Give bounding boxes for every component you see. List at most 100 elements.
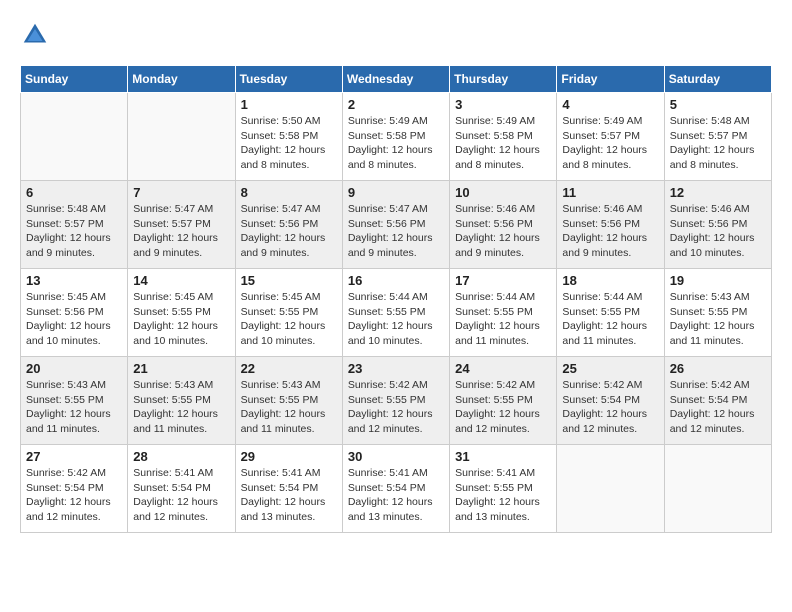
logo bbox=[20, 20, 54, 50]
day-number: 9 bbox=[348, 185, 444, 200]
calendar-week-4: 20 Sunrise: 5:43 AM Sunset: 5:55 PM Dayli… bbox=[21, 357, 772, 445]
day-info: Sunrise: 5:46 AM Sunset: 5:56 PM Dayligh… bbox=[670, 202, 766, 261]
day-info: Sunrise: 5:41 AM Sunset: 5:54 PM Dayligh… bbox=[241, 466, 337, 525]
calendar-cell: 6 Sunrise: 5:48 AM Sunset: 5:57 PM Daylig… bbox=[21, 181, 128, 269]
day-info: Sunrise: 5:49 AM Sunset: 5:58 PM Dayligh… bbox=[455, 114, 551, 173]
day-info: Sunrise: 5:48 AM Sunset: 5:57 PM Dayligh… bbox=[26, 202, 122, 261]
day-info: Sunrise: 5:46 AM Sunset: 5:56 PM Dayligh… bbox=[562, 202, 658, 261]
calendar-cell: 15 Sunrise: 5:45 AM Sunset: 5:55 PM Dayli… bbox=[235, 269, 342, 357]
calendar-body: 1 Sunrise: 5:50 AM Sunset: 5:58 PM Daylig… bbox=[21, 93, 772, 533]
day-number: 22 bbox=[241, 361, 337, 376]
day-info: Sunrise: 5:50 AM Sunset: 5:58 PM Dayligh… bbox=[241, 114, 337, 173]
calendar-cell: 3 Sunrise: 5:49 AM Sunset: 5:58 PM Daylig… bbox=[450, 93, 557, 181]
calendar-cell: 26 Sunrise: 5:42 AM Sunset: 5:54 PM Dayli… bbox=[664, 357, 771, 445]
day-info: Sunrise: 5:42 AM Sunset: 5:54 PM Dayligh… bbox=[562, 378, 658, 437]
page-header bbox=[20, 20, 772, 50]
day-number: 17 bbox=[455, 273, 551, 288]
calendar-cell: 20 Sunrise: 5:43 AM Sunset: 5:55 PM Dayli… bbox=[21, 357, 128, 445]
logo-icon bbox=[20, 20, 50, 50]
day-info: Sunrise: 5:47 AM Sunset: 5:57 PM Dayligh… bbox=[133, 202, 229, 261]
calendar-cell: 25 Sunrise: 5:42 AM Sunset: 5:54 PM Dayli… bbox=[557, 357, 664, 445]
calendar-week-2: 6 Sunrise: 5:48 AM Sunset: 5:57 PM Daylig… bbox=[21, 181, 772, 269]
day-number: 30 bbox=[348, 449, 444, 464]
day-info: Sunrise: 5:48 AM Sunset: 5:57 PM Dayligh… bbox=[670, 114, 766, 173]
calendar-cell: 23 Sunrise: 5:42 AM Sunset: 5:55 PM Dayli… bbox=[342, 357, 449, 445]
day-number: 5 bbox=[670, 97, 766, 112]
calendar-cell: 19Sunrise: 5:43 AM Sunset: 5:55 PM Dayli… bbox=[664, 269, 771, 357]
weekday-header-row: SundayMondayTuesdayWednesdayThursdayFrid… bbox=[21, 66, 772, 93]
day-info: Sunrise: 5:44 AM Sunset: 5:55 PM Dayligh… bbox=[348, 290, 444, 349]
day-info: Sunrise: 5:45 AM Sunset: 5:55 PM Dayligh… bbox=[133, 290, 229, 349]
day-info: Sunrise: 5:42 AM Sunset: 5:55 PM Dayligh… bbox=[455, 378, 551, 437]
calendar-cell: 24 Sunrise: 5:42 AM Sunset: 5:55 PM Dayli… bbox=[450, 357, 557, 445]
weekday-tuesday: Tuesday bbox=[235, 66, 342, 93]
calendar-cell bbox=[21, 93, 128, 181]
day-number: 27 bbox=[26, 449, 122, 464]
day-info: Sunrise: 5:41 AM Sunset: 5:55 PM Dayligh… bbox=[455, 466, 551, 525]
day-info: Sunrise: 5:45 AM Sunset: 5:55 PM Dayligh… bbox=[241, 290, 337, 349]
day-info: Sunrise: 5:41 AM Sunset: 5:54 PM Dayligh… bbox=[348, 466, 444, 525]
day-number: 16 bbox=[348, 273, 444, 288]
calendar-cell: 11 Sunrise: 5:46 AM Sunset: 5:56 PM Dayli… bbox=[557, 181, 664, 269]
calendar-cell: 30 Sunrise: 5:41 AM Sunset: 5:54 PM Dayli… bbox=[342, 445, 449, 533]
day-number: 4 bbox=[562, 97, 658, 112]
calendar-table: SundayMondayTuesdayWednesdayThursdayFrid… bbox=[20, 65, 772, 533]
day-number: 15 bbox=[241, 273, 337, 288]
calendar-cell: 8Sunrise: 5:47 AM Sunset: 5:56 PM Daylig… bbox=[235, 181, 342, 269]
calendar-cell: 4Sunrise: 5:49 AM Sunset: 5:57 PM Daylig… bbox=[557, 93, 664, 181]
calendar-cell bbox=[128, 93, 235, 181]
day-number: 2 bbox=[348, 97, 444, 112]
day-number: 3 bbox=[455, 97, 551, 112]
day-number: 13 bbox=[26, 273, 122, 288]
weekday-thursday: Thursday bbox=[450, 66, 557, 93]
day-info: Sunrise: 5:46 AM Sunset: 5:56 PM Dayligh… bbox=[455, 202, 551, 261]
day-number: 24 bbox=[455, 361, 551, 376]
weekday-friday: Friday bbox=[557, 66, 664, 93]
day-info: Sunrise: 5:42 AM Sunset: 5:54 PM Dayligh… bbox=[670, 378, 766, 437]
day-info: Sunrise: 5:44 AM Sunset: 5:55 PM Dayligh… bbox=[562, 290, 658, 349]
day-number: 11 bbox=[562, 185, 658, 200]
day-number: 1 bbox=[241, 97, 337, 112]
day-info: Sunrise: 5:47 AM Sunset: 5:56 PM Dayligh… bbox=[348, 202, 444, 261]
calendar-cell: 28Sunrise: 5:41 AM Sunset: 5:54 PM Dayli… bbox=[128, 445, 235, 533]
calendar-cell: 14Sunrise: 5:45 AM Sunset: 5:55 PM Dayli… bbox=[128, 269, 235, 357]
calendar-cell: 13 Sunrise: 5:45 AM Sunset: 5:56 PM Dayli… bbox=[21, 269, 128, 357]
calendar-cell: 22 Sunrise: 5:43 AM Sunset: 5:55 PM Dayli… bbox=[235, 357, 342, 445]
day-info: Sunrise: 5:43 AM Sunset: 5:55 PM Dayligh… bbox=[241, 378, 337, 437]
day-number: 21 bbox=[133, 361, 229, 376]
day-number: 10 bbox=[455, 185, 551, 200]
day-number: 26 bbox=[670, 361, 766, 376]
calendar-cell: 27Sunrise: 5:42 AM Sunset: 5:54 PM Dayli… bbox=[21, 445, 128, 533]
weekday-monday: Monday bbox=[128, 66, 235, 93]
day-info: Sunrise: 5:43 AM Sunset: 5:55 PM Dayligh… bbox=[26, 378, 122, 437]
calendar-week-3: 13 Sunrise: 5:45 AM Sunset: 5:56 PM Dayli… bbox=[21, 269, 772, 357]
day-number: 18 bbox=[562, 273, 658, 288]
day-info: Sunrise: 5:43 AM Sunset: 5:55 PM Dayligh… bbox=[133, 378, 229, 437]
calendar-week-1: 1 Sunrise: 5:50 AM Sunset: 5:58 PM Daylig… bbox=[21, 93, 772, 181]
calendar-cell: 7Sunrise: 5:47 AM Sunset: 5:57 PM Daylig… bbox=[128, 181, 235, 269]
calendar-cell: 21 Sunrise: 5:43 AM Sunset: 5:55 PM Dayli… bbox=[128, 357, 235, 445]
calendar-cell bbox=[557, 445, 664, 533]
day-number: 29 bbox=[241, 449, 337, 464]
calendar-cell: 31Sunrise: 5:41 AM Sunset: 5:55 PM Dayli… bbox=[450, 445, 557, 533]
day-number: 8 bbox=[241, 185, 337, 200]
day-number: 12 bbox=[670, 185, 766, 200]
calendar-cell: 10 Sunrise: 5:46 AM Sunset: 5:56 PM Dayli… bbox=[450, 181, 557, 269]
day-number: 25 bbox=[562, 361, 658, 376]
weekday-saturday: Saturday bbox=[664, 66, 771, 93]
day-number: 20 bbox=[26, 361, 122, 376]
calendar-cell: 18 Sunrise: 5:44 AM Sunset: 5:55 PM Dayli… bbox=[557, 269, 664, 357]
calendar-cell: 29 Sunrise: 5:41 AM Sunset: 5:54 PM Dayli… bbox=[235, 445, 342, 533]
calendar-cell: 1 Sunrise: 5:50 AM Sunset: 5:58 PM Daylig… bbox=[235, 93, 342, 181]
weekday-wednesday: Wednesday bbox=[342, 66, 449, 93]
calendar-cell: 16 Sunrise: 5:44 AM Sunset: 5:55 PM Dayli… bbox=[342, 269, 449, 357]
day-number: 6 bbox=[26, 185, 122, 200]
day-info: Sunrise: 5:44 AM Sunset: 5:55 PM Dayligh… bbox=[455, 290, 551, 349]
day-info: Sunrise: 5:45 AM Sunset: 5:56 PM Dayligh… bbox=[26, 290, 122, 349]
day-info: Sunrise: 5:41 AM Sunset: 5:54 PM Dayligh… bbox=[133, 466, 229, 525]
day-info: Sunrise: 5:42 AM Sunset: 5:55 PM Dayligh… bbox=[348, 378, 444, 437]
calendar-cell bbox=[664, 445, 771, 533]
calendar-cell: 2Sunrise: 5:49 AM Sunset: 5:58 PM Daylig… bbox=[342, 93, 449, 181]
calendar-cell: 12 Sunrise: 5:46 AM Sunset: 5:56 PM Dayli… bbox=[664, 181, 771, 269]
day-number: 23 bbox=[348, 361, 444, 376]
